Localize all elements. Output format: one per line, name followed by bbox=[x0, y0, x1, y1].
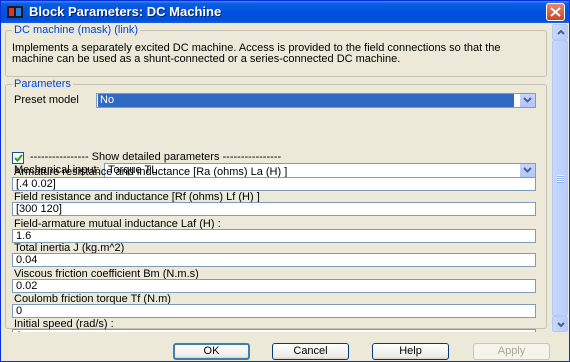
help-button[interactable]: Help bbox=[372, 343, 449, 360]
parameters-group-title: Parameters bbox=[12, 78, 73, 90]
parameters-group: Parameters Preset model No Mechanical in… bbox=[5, 78, 547, 332]
armature-input[interactable]: [.4 0.02] bbox=[12, 177, 536, 191]
mask-description-group: DC machine (mask) (link) Implements a se… bbox=[5, 24, 547, 77]
inertia-input[interactable]: 0.04 bbox=[12, 253, 536, 267]
ok-button[interactable]: OK bbox=[173, 343, 250, 360]
close-icon bbox=[550, 7, 561, 17]
title-bar[interactable]: Block Parameters: DC Machine bbox=[1, 1, 569, 23]
close-button[interactable] bbox=[546, 3, 565, 21]
chevron-down-icon[interactable] bbox=[519, 94, 535, 107]
show-detailed-label: ---------------- Show detailed parameter… bbox=[30, 151, 282, 163]
preset-model-label: Preset model bbox=[14, 94, 79, 106]
chevron-down-icon[interactable] bbox=[519, 164, 535, 177]
dialog-content: DC machine (mask) (link) Implements a se… bbox=[3, 24, 551, 332]
window-title: Block Parameters: DC Machine bbox=[29, 4, 222, 19]
checkmark-icon bbox=[14, 154, 23, 162]
initial-speed-input[interactable]: 0 bbox=[12, 329, 536, 332]
scroll-down-button[interactable] bbox=[552, 316, 568, 332]
chevron-up-icon bbox=[557, 30, 565, 35]
preset-model-value: No bbox=[98, 94, 514, 107]
scroll-up-button[interactable] bbox=[552, 24, 568, 40]
mask-description: Implements a separately excited DC machi… bbox=[12, 42, 501, 65]
field-resistance-input[interactable]: [300 120] bbox=[12, 202, 536, 216]
scroll-thumb[interactable] bbox=[552, 40, 568, 316]
simulink-block-icon bbox=[7, 5, 23, 19]
show-detailed-checkbox[interactable] bbox=[12, 152, 24, 164]
mutual-inductance-input[interactable]: 1.6 bbox=[12, 229, 536, 243]
mask-group-title: DC machine (mask) (link) bbox=[12, 24, 141, 36]
vertical-scrollbar[interactable] bbox=[552, 24, 568, 332]
grip-icon bbox=[557, 175, 564, 183]
apply-button: Apply bbox=[473, 343, 550, 360]
coulomb-friction-input[interactable]: 0 bbox=[12, 304, 536, 318]
preset-model-dropdown[interactable]: No bbox=[96, 93, 536, 108]
viscous-friction-input[interactable]: 0.02 bbox=[12, 279, 536, 293]
chevron-down-icon bbox=[557, 322, 565, 327]
block-parameters-dialog: Block Parameters: DC Machine DC machine … bbox=[0, 0, 570, 362]
cancel-button[interactable]: Cancel bbox=[272, 343, 349, 360]
